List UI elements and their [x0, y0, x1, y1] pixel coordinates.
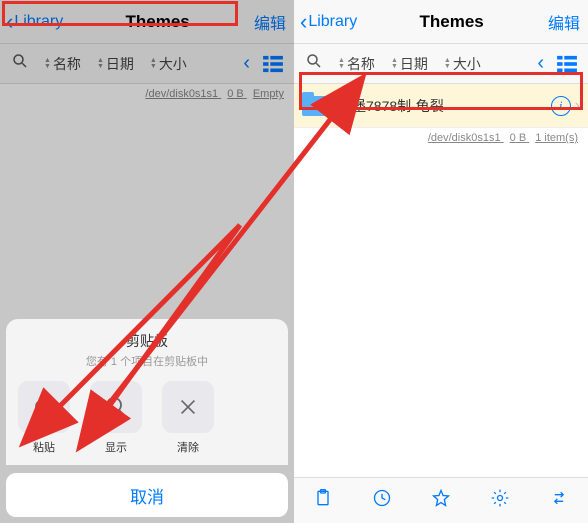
view-mode-button[interactable] [552, 55, 582, 73]
chevron-left-icon: ‹ [300, 9, 307, 35]
sheet-title: 剪贴板 [16, 331, 278, 351]
status-line: /dev/disk0s1s1 0 B 1 item(s) [294, 128, 588, 148]
sort-name-button[interactable]: ▲▼ 名称 [332, 54, 381, 74]
sort-date-label: 日期 [400, 54, 428, 74]
clock-icon [372, 488, 392, 508]
transfer-icon [549, 488, 569, 508]
show-label: 显示 [105, 439, 127, 455]
sheet-actions: 粘贴 显示 清除 [16, 381, 278, 455]
x-icon [177, 396, 199, 418]
folder-name: 汉堡7878制-龟裂 [338, 96, 551, 116]
edit-button[interactable]: 编辑 [546, 10, 582, 34]
clipboard-tab[interactable] [313, 488, 333, 513]
sort-arrows-icon: ▲▼ [338, 58, 345, 70]
sort-arrows-icon: ▲▼ [444, 58, 451, 70]
cancel-button[interactable]: 取消 [6, 473, 288, 517]
folder-icon [302, 96, 328, 116]
folder-row[interactable]: 汉堡7878制-龟裂 i › [294, 84, 588, 128]
share-arrow-icon [32, 395, 56, 419]
status-size: 0 B [510, 132, 527, 144]
favorites-tab[interactable] [431, 488, 451, 513]
recent-tab[interactable] [372, 488, 392, 513]
search-icon [104, 395, 128, 419]
navbar: ‹ Library Themes 编辑 [294, 0, 588, 44]
star-icon [431, 488, 451, 508]
search-button[interactable] [300, 52, 328, 75]
action-sheet-scrim[interactable]: 剪贴板 您有 1 个项目在剪贴板中 粘贴 显示 清除 取消 [0, 0, 294, 523]
back-label: Library [308, 13, 357, 31]
paste-label: 粘贴 [33, 439, 55, 455]
history-back-button[interactable]: ‹ [533, 52, 548, 75]
chevron-left-icon: ‹ [537, 52, 544, 75]
cancel-label: 取消 [130, 483, 164, 508]
list-view-icon [556, 55, 578, 73]
sort-size-label: 大小 [453, 54, 481, 74]
clear-action[interactable]: 清除 [160, 381, 216, 455]
clipboard-icon [313, 488, 333, 508]
clipboard-sheet: 剪贴板 您有 1 个项目在剪贴板中 粘贴 显示 清除 [6, 319, 288, 465]
sort-name-label: 名称 [347, 54, 375, 74]
sort-size-button[interactable]: ▲▼ 大小 [438, 54, 487, 74]
sort-date-button[interactable]: ▲▼ 日期 [385, 54, 434, 74]
back-button[interactable]: ‹ Library [300, 9, 357, 35]
show-action[interactable]: 显示 [88, 381, 144, 455]
status-path: /dev/disk0s1s1 [428, 132, 501, 144]
gear-icon [490, 488, 510, 508]
left-pane: ‹ Library Themes 编辑 ▲▼ 名称 ▲▼ 日期 ▲▼ 大小 [0, 0, 294, 523]
clear-label: 清除 [177, 439, 199, 455]
info-button[interactable]: i [551, 96, 571, 116]
bottom-tab-bar [294, 477, 588, 523]
right-pane: ‹ Library Themes 编辑 ▲▼ 名称 ▲▼ 日期 ▲▼ 大小 ‹ … [294, 0, 588, 523]
settings-tab[interactable] [490, 488, 510, 513]
status-summary: 1 item(s) [535, 132, 578, 144]
page-title: Themes [357, 12, 546, 32]
sort-arrows-icon: ▲▼ [391, 58, 398, 70]
sort-toolbar: ▲▼ 名称 ▲▼ 日期 ▲▼ 大小 ‹ [294, 44, 588, 84]
chevron-right-icon: › [575, 97, 580, 115]
sheet-subtitle: 您有 1 个项目在剪贴板中 [16, 353, 278, 369]
transfer-tab[interactable] [549, 488, 569, 513]
paste-action[interactable]: 粘贴 [16, 381, 72, 455]
search-icon [305, 52, 323, 70]
